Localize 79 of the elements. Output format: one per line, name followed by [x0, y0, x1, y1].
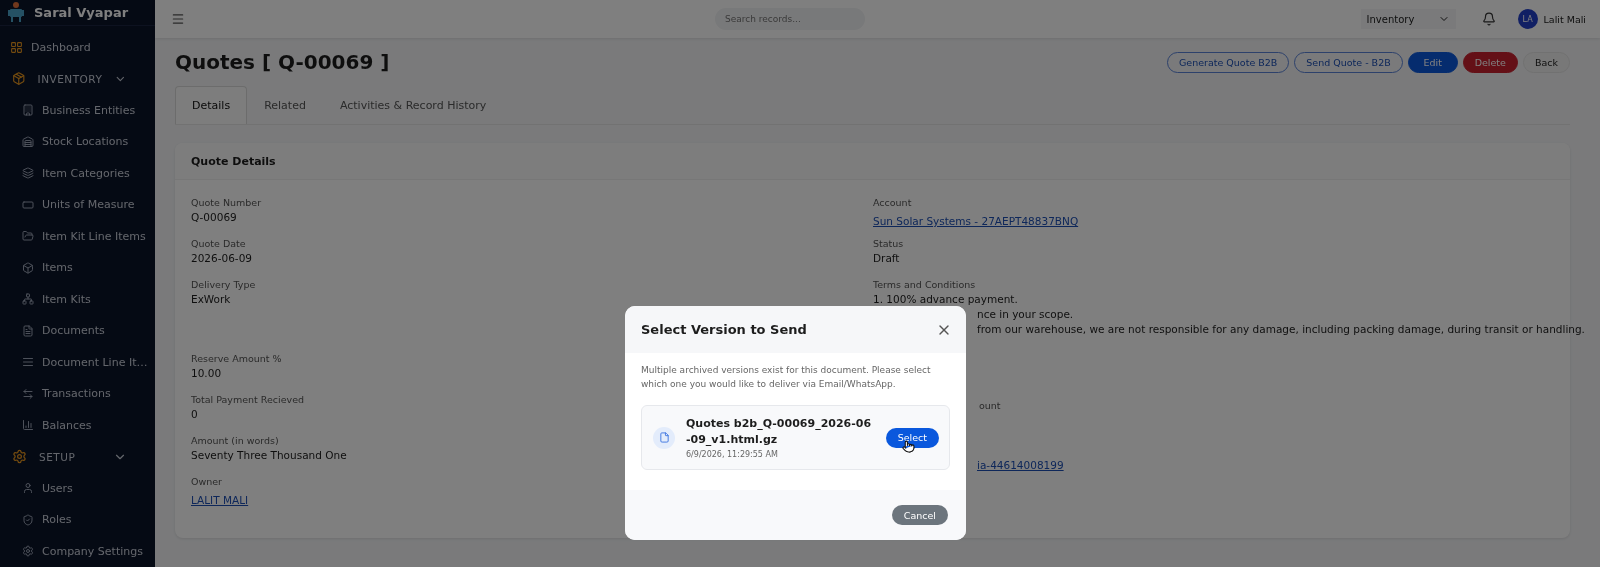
field-label: Account	[873, 196, 912, 210]
field-label: Reserve Amount %	[191, 352, 282, 366]
field-link[interactable]: LALIT MALI	[191, 494, 249, 506]
sidebar-item[interactable]: Units of Measure	[0, 189, 155, 221]
sidebar-item[interactable]: Balances	[0, 409, 155, 441]
field-value: Draft	[873, 251, 900, 266]
field-value: ExWork	[191, 292, 231, 307]
version-name: Quotes b2b_Q-00069_2026-06-09_v1.html.gz	[686, 416, 873, 448]
sidebar-item[interactable]: Item Categories	[0, 157, 155, 189]
sidebar-item[interactable]: Document Line It…	[0, 346, 155, 378]
field-link[interactable]: ia-44614008199	[977, 459, 1064, 471]
sidebar-item[interactable]: Items	[0, 252, 155, 284]
action-button[interactable]: Back	[1522, 51, 1570, 73]
action-button[interactable]: Edit	[1407, 51, 1458, 73]
field-value: Seventy Three Thousand One	[191, 448, 347, 463]
user-name: Lalit Mali	[1543, 13, 1586, 25]
field-value: 10.00	[191, 366, 222, 381]
card-title: Quote Details	[191, 154, 276, 168]
modal-message: Multiple archived versions exist for this document. Please select which one you would like to deliver via Email/WhatsApp.	[641, 364, 932, 391]
app-name: Saral Vyapar	[34, 4, 129, 20]
modal-title: Select Version to Send	[641, 322, 807, 337]
settings-icon	[22, 545, 34, 558]
page-title: Quotes [ Q-00069 ]	[175, 50, 390, 74]
field-label: Terms and Conditions	[873, 278, 976, 292]
sidebar-item[interactable]: Item Kit Line Items	[0, 220, 155, 252]
field-label: Owner	[191, 475, 223, 489]
field-label: Status	[873, 237, 904, 251]
field-value: 2026-06-09	[191, 251, 253, 266]
cube-icon	[22, 261, 34, 274]
field-label: Delivery Type	[191, 278, 256, 292]
lines-icon	[22, 356, 34, 369]
field-value: Q-00069	[191, 210, 237, 225]
field-label: Quote Date	[191, 237, 246, 251]
folder-icon	[22, 230, 34, 243]
user-avatar[interactable]: LA	[1517, 9, 1538, 29]
rectangle-icon	[22, 198, 34, 211]
field-label: Quote Number	[191, 196, 262, 210]
blocks-icon	[22, 293, 34, 306]
shield-icon	[22, 513, 34, 526]
search-field[interactable]: Search records...	[715, 8, 865, 30]
sidebar-item[interactable]: Business Entities	[0, 94, 155, 126]
package-icon	[12, 71, 26, 87]
user-icon	[22, 482, 34, 495]
hand-cursor-icon	[901, 439, 915, 453]
terms-line: from our warehouse, we are not responsible for any damage, including packing damage, during transit or handling.	[977, 322, 1585, 337]
cancel-button[interactable]: Cancel	[891, 505, 948, 525]
version-time: 6/9/2026, 11:29:55 AM	[686, 450, 779, 459]
sidebar-item[interactable]: Transactions	[0, 378, 155, 410]
field-label: Total Payment Recieved	[191, 393, 305, 407]
field-label: Amount (in words)	[191, 434, 279, 448]
field-label: ount	[979, 399, 1001, 413]
field-value: 0	[191, 407, 198, 422]
layers-icon	[22, 167, 34, 180]
sidebar-item[interactable]: Documents	[0, 315, 155, 347]
sidebar-group[interactable]: INVENTORY	[0, 63, 155, 95]
field-link[interactable]: Sun Solar Systems - 27AEPT48837BNQ	[873, 215, 1079, 227]
robot-logo-icon	[6, 1, 26, 24]
arrows-icon	[22, 387, 34, 400]
document-icon	[22, 324, 34, 337]
sidebar-item[interactable]: Dashboard	[0, 31, 155, 63]
tab[interactable]: Details	[175, 86, 248, 124]
sidebar-item[interactable]: Stock Locations	[0, 126, 155, 158]
sidebar-group[interactable]: SETUP	[0, 441, 155, 473]
menu-icon[interactable]	[171, 12, 185, 26]
sidebar-item[interactable]: Roles	[0, 504, 155, 536]
terms-line: nce in your scope.	[977, 307, 1074, 322]
file-icon	[653, 426, 675, 449]
terms-line: 1. 100% advance payment.	[873, 292, 1018, 307]
sidebar-item[interactable]: Item Kits	[0, 283, 155, 315]
warehouse-icon	[22, 135, 34, 148]
sidebar-item[interactable]: Company Settings	[0, 535, 155, 567]
grid-icon	[10, 40, 23, 54]
action-button[interactable]: Delete	[1462, 51, 1518, 73]
notification-bell-icon[interactable]	[1481, 12, 1496, 26]
settings-icon	[12, 449, 27, 465]
sidebar-item[interactable]: Users	[0, 472, 155, 504]
bar-chart-icon	[22, 419, 34, 432]
building-icon	[22, 104, 34, 117]
module-select[interactable]: Inventory	[1360, 9, 1456, 29]
